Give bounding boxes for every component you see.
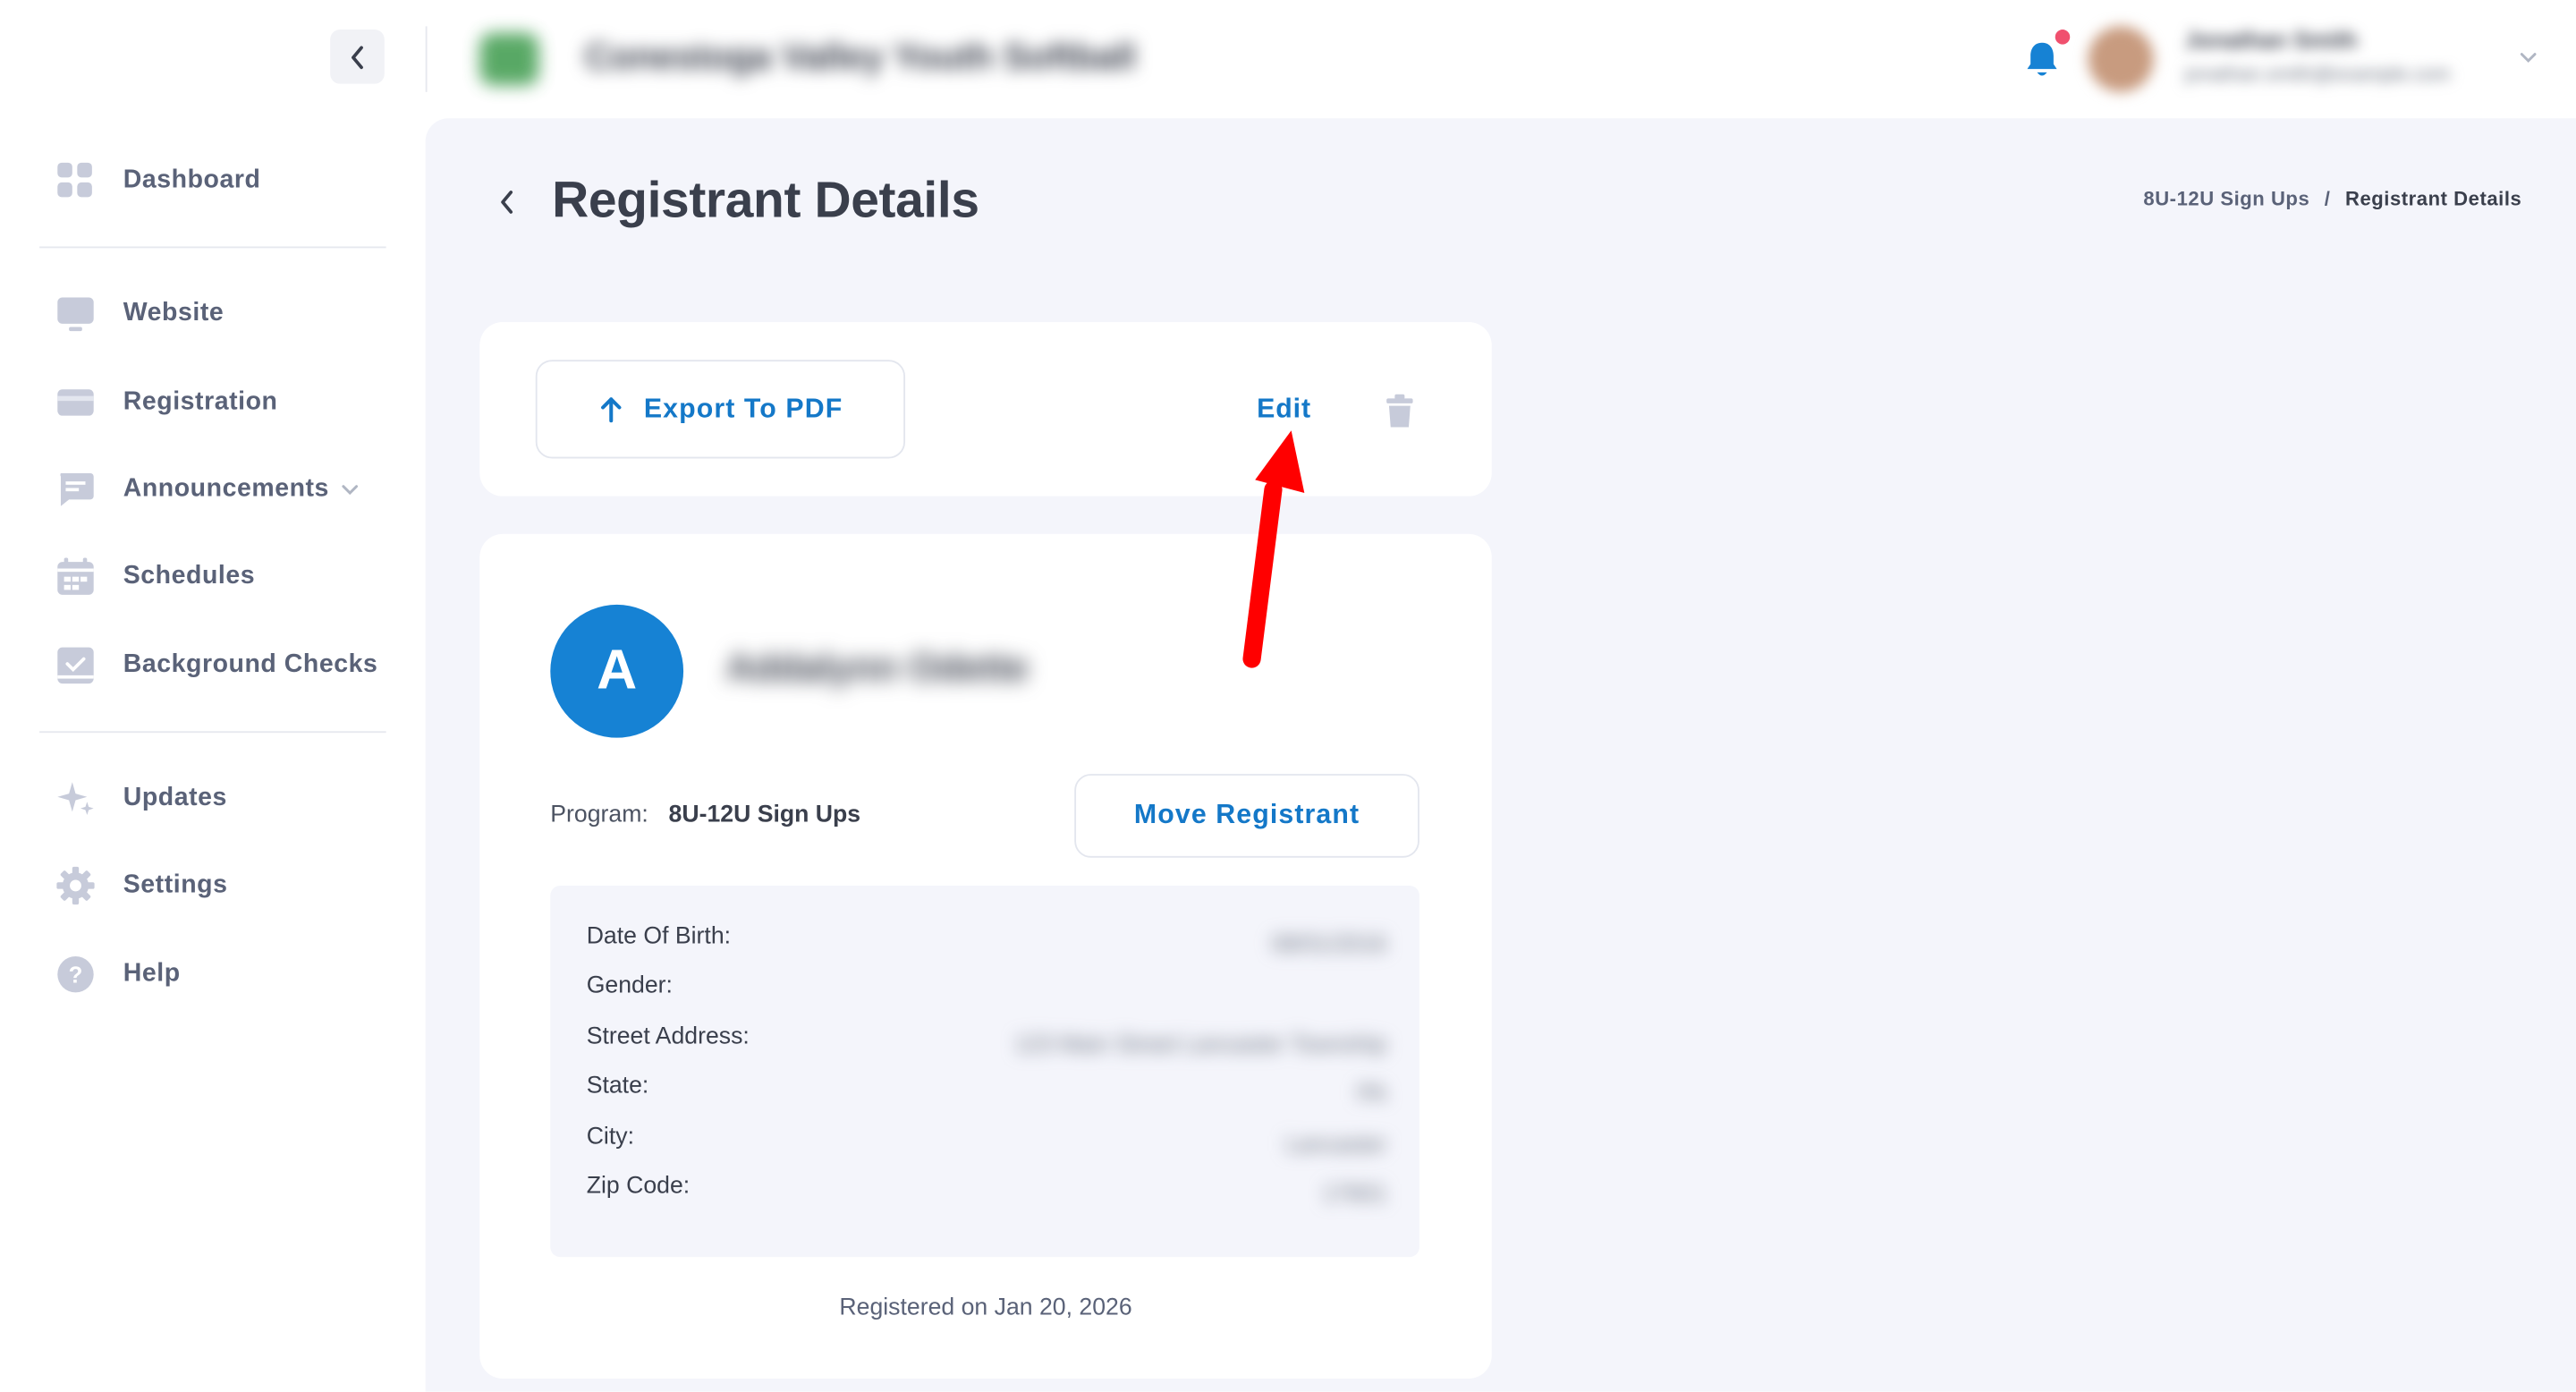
field-value: 123 Main Street Lancaster Township: [1014, 1030, 1387, 1057]
chevron-left-icon: [351, 45, 362, 69]
edit-button[interactable]: Edit: [1257, 395, 1311, 426]
user-name[interactable]: Jonathan Smith: [2185, 26, 2358, 52]
annotation-arrow-icon: [1242, 430, 1305, 668]
move-registrant-button[interactable]: Move Registrant: [1074, 774, 1419, 858]
org-name: Conestoga Valley Youth Softball: [584, 36, 1136, 78]
field-label: Street Address:: [586, 1023, 750, 1050]
sidebar-item-registration[interactable]: Registration: [55, 378, 277, 427]
dashboard-icon: [55, 161, 95, 200]
sidebar-item-label: Background Checks: [123, 650, 378, 679]
help-icon: ?: [55, 955, 95, 994]
field-label: Gender:: [586, 972, 673, 999]
sparkle-icon: [55, 779, 95, 819]
sidebar-item-background-checks[interactable]: Background Checks: [55, 641, 377, 690]
field-label: Date Of Birth:: [586, 923, 732, 950]
breadcrumb-link-program[interactable]: 8U-12U Sign Ups: [2143, 187, 2309, 210]
org-logo: [479, 32, 539, 86]
gear-icon: [55, 866, 95, 905]
sidebar-item-label: Announcements: [123, 474, 329, 504]
collapse-sidebar-button[interactable]: [330, 30, 385, 84]
user-avatar[interactable]: [2088, 26, 2154, 92]
divider: [425, 26, 428, 92]
sidebar-item-label: Dashboard: [123, 166, 261, 194]
field-value: 08/01/2016: [1271, 929, 1387, 956]
export-pdf-label: Export To PDF: [643, 393, 843, 423]
arrow-up-icon: [600, 397, 622, 423]
top-bar: Conestoga Valley Youth Softball Jonathan…: [0, 0, 2576, 119]
calendar-icon: [55, 557, 95, 597]
sidebar-item-label: Registration: [123, 387, 278, 416]
sidebar-item-updates[interactable]: Updates: [55, 774, 227, 823]
registrant-name: Addalynn Odette: [725, 645, 1029, 689]
sidebar-item-label: Schedules: [123, 562, 256, 590]
sidebar-item-label: Website: [123, 299, 225, 327]
sidebar-item-website[interactable]: Website: [55, 289, 224, 338]
sidebar-item-label: Updates: [123, 784, 227, 812]
program-label: Program:: [550, 802, 648, 828]
sidebar-divider: [39, 731, 386, 734]
sidebar-item-label: Help: [123, 959, 181, 988]
message-icon: [55, 470, 95, 509]
checklist-icon: [55, 646, 95, 685]
field-label: City:: [586, 1124, 634, 1150]
notification-dot: [2055, 30, 2071, 45]
monitor-icon: [55, 294, 95, 334]
field-value: PA: [1357, 1079, 1387, 1107]
field-value: Lancaster: [1285, 1130, 1387, 1158]
user-email[interactable]: jonathan.smith@example.com: [2185, 63, 2451, 86]
sidebar-divider: [39, 246, 386, 249]
breadcrumb-current: Registrant Details: [2345, 187, 2522, 211]
breadcrumb: 8U-12U Sign Ups / Registrant Details: [2143, 187, 2521, 210]
sidebar-item-help[interactable]: ? Help: [55, 950, 180, 999]
export-pdf-button[interactable]: Export To PDF: [535, 360, 906, 459]
registered-on-text: Registered on Jan 20, 2026: [839, 1294, 1132, 1321]
sidebar-item-dashboard[interactable]: Dashboard: [55, 156, 260, 205]
program-value: 8U-12U Sign Ups: [668, 802, 861, 828]
card-icon: [55, 383, 95, 422]
field-label: Zip Code:: [586, 1173, 691, 1200]
svg-text:?: ?: [69, 963, 83, 988]
registrant-avatar: A: [550, 604, 684, 738]
sidebar-item-settings[interactable]: Settings: [55, 861, 227, 910]
sidebar-item-announcements[interactable]: Announcements: [55, 465, 361, 514]
field-value: 17601: [1322, 1179, 1387, 1207]
chevron-down-icon: [343, 485, 359, 496]
breadcrumb-separator: /: [2324, 187, 2331, 211]
field-label: State:: [586, 1073, 649, 1099]
sidebar-item-label: Settings: [123, 870, 228, 899]
move-registrant-label: Move Registrant: [1133, 800, 1360, 830]
page-title: Registrant Details: [552, 171, 979, 229]
chevron-down-icon[interactable]: [2517, 46, 2540, 69]
back-icon[interactable]: [495, 186, 521, 219]
trash-icon[interactable]: [1384, 393, 1417, 429]
sidebar-item-schedules[interactable]: Schedules: [55, 552, 255, 601]
